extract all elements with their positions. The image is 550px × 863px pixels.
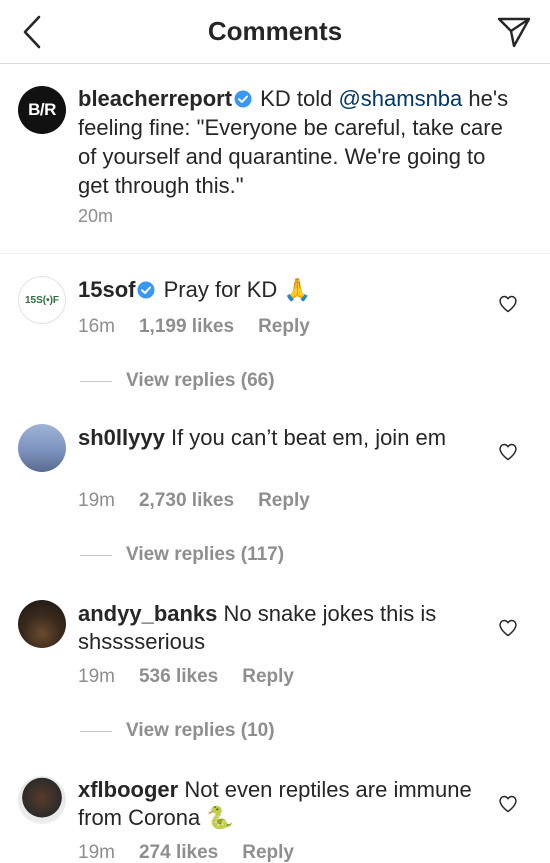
verified-badge-icon (234, 90, 252, 108)
heart-outline-icon[interactable] (498, 618, 518, 638)
likes-count[interactable]: 2,730 likes (139, 490, 234, 511)
mention-link[interactable]: @shamsnba (338, 86, 462, 111)
likes-count[interactable]: 536 likes (139, 666, 218, 687)
replies-divider (80, 730, 112, 732)
reply-button[interactable]: Reply (258, 316, 310, 337)
comment-meta: 19m 536 likes Reply (78, 666, 318, 688)
view-replies-label: View replies (117) (126, 544, 285, 565)
avatar-logo-text: 15S(•)F (24, 294, 60, 306)
reply-button[interactable]: Reply (242, 666, 294, 687)
post-caption: B/R bleacherreport KD told @shamsnba he'… (0, 64, 550, 254)
username-link[interactable]: xflbooger (78, 777, 178, 802)
share-button[interactable] (496, 14, 532, 50)
avatar[interactable] (18, 776, 66, 824)
likes-count[interactable]: 274 likes (139, 842, 218, 863)
top-bar: Comments (0, 0, 550, 64)
view-replies-button[interactable]: View replies (117) (80, 544, 284, 566)
view-replies-label: View replies (10) (126, 720, 275, 741)
comment-meta: 19m 274 likes Reply (78, 842, 318, 863)
caption-text: bleacherreport KD told @shamsnba he's fe… (78, 84, 518, 200)
comment-text: sh0llyyy If you can’t beat em, join em (78, 424, 473, 452)
praying-hands-emoji: 🙏 (283, 277, 311, 302)
reply-button[interactable]: Reply (258, 490, 310, 511)
snake-emoji: 🐍 (206, 805, 234, 830)
comment-body: Pray for KD (163, 277, 278, 302)
comment-text: xflbooger Not even reptiles are immune f… (78, 776, 473, 832)
comment-meta: 16m 1,199 likes Reply (78, 316, 334, 338)
avatar-logo-text: B/R (28, 100, 56, 119)
comment-text: andyy_banks No snake jokes this is shsss… (78, 600, 473, 656)
comment-meta: 19m 2,730 likes Reply (78, 490, 334, 512)
comment-timestamp: 19m (78, 666, 115, 687)
username-link[interactable]: andyy_banks (78, 601, 217, 626)
heart-outline-icon[interactable] (498, 794, 518, 814)
username-link[interactable]: bleacherreport (78, 86, 232, 111)
likes-count[interactable]: 1,199 likes (139, 316, 234, 337)
comment-timestamp: 19m (78, 490, 115, 511)
avatar[interactable]: 15S(•)F (18, 276, 66, 324)
caption-body-1: KD told (254, 86, 339, 111)
heart-outline-icon[interactable] (498, 294, 518, 314)
username-link[interactable]: 15sof (78, 277, 135, 302)
avatar[interactable] (18, 424, 66, 472)
avatar[interactable] (18, 600, 66, 648)
page-title: Comments (207, 16, 343, 46)
caption-timestamp: 20m (78, 206, 114, 226)
comment-timestamp: 16m (78, 316, 115, 337)
comment-body: If you can’t beat em, join em (170, 425, 447, 450)
username-link[interactable]: sh0llyyy (78, 425, 165, 450)
view-replies-button[interactable]: View replies (66) (80, 370, 275, 392)
replies-divider (80, 554, 112, 556)
replies-divider (80, 380, 112, 382)
reply-button[interactable]: Reply (242, 842, 294, 863)
avatar[interactable]: B/R (18, 86, 66, 134)
comment-text: 15sof Pray for KD 🙏 (78, 276, 473, 304)
comment-timestamp: 19m (78, 842, 115, 863)
paper-plane-icon (497, 17, 531, 48)
heart-outline-icon[interactable] (498, 442, 518, 462)
view-replies-button[interactable]: View replies (10) (80, 720, 275, 742)
verified-badge-icon (137, 281, 155, 299)
view-replies-label: View replies (66) (126, 370, 275, 391)
